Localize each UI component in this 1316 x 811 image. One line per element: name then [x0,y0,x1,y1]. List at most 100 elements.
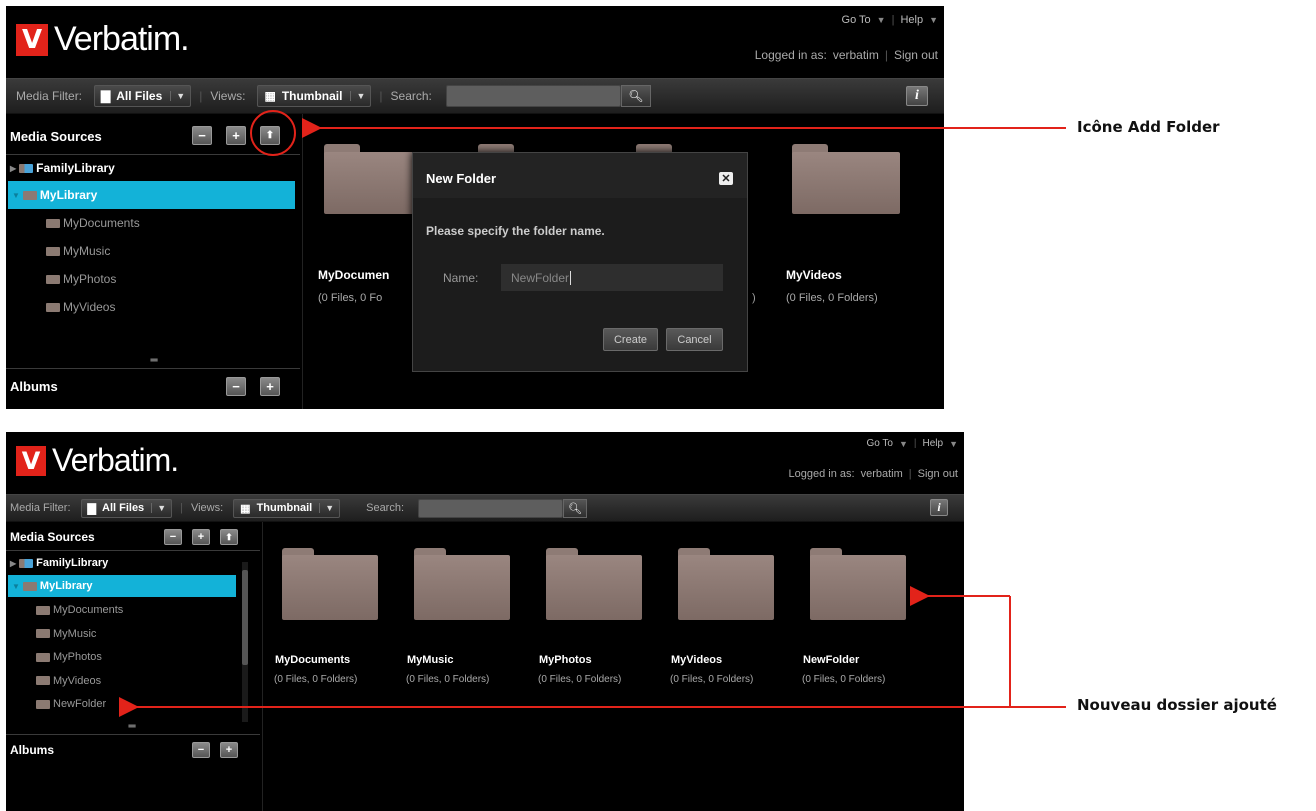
search-input[interactable] [445,85,621,107]
remove-source-button[interactable]: − [192,126,212,145]
views-select[interactable]: ▦ Thumbnail ▼ [257,85,372,107]
remove-album-button[interactable]: − [192,742,210,758]
folder-name[interactable]: MyVideos [786,268,842,282]
media-filter-select[interactable]: ▇ All Files ▼ [94,85,192,107]
scrollbar-thumb[interactable] [242,570,248,665]
close-icon[interactable]: ✕ [719,172,733,185]
views-select[interactable]: ▦ Thumbnail ▼ [233,498,341,518]
divider [6,368,300,369]
scrollbar-track[interactable] [242,562,248,722]
tree-item-child[interactable]: MyDocuments [46,213,140,233]
folder-thumbnail[interactable] [546,548,642,620]
add-source-button[interactable]: + [192,529,210,545]
folder-name-value: NewFolder [511,270,570,285]
help-menu[interactable]: Help [923,438,944,449]
sign-out-link[interactable]: Sign out [894,48,938,62]
app-header: V Verbatim. Go To ▼ | Help ▼ Logged in a… [6,6,944,78]
logged-in-label: Logged in as: [754,48,827,62]
divider: | [180,502,183,514]
media-filter-value: All Files [116,89,163,103]
folder-thumbnail[interactable] [678,548,774,620]
tree-item-mylibrary[interactable]: ▼ MyLibrary [8,181,295,209]
screenshot-before: V Verbatim. Go To ▼ | Help ▼ Logged in a… [6,6,944,409]
folder-name[interactable]: MyVideos [671,654,722,666]
sign-out-link[interactable]: Sign out [918,468,958,480]
info-button[interactable]: i [930,499,948,516]
folder-icon [36,605,50,615]
filter-toolbar: Media Filter: ▇ All Files ▼ | Views: ▦ T… [6,494,964,522]
folder-thumbnail[interactable] [282,548,378,620]
folder-meta: (0 Files, 0 Folders) [274,674,358,685]
cancel-button[interactable]: Cancel [666,328,723,351]
media-filter-select[interactable]: ▇ All Files ▼ [80,498,173,518]
chevron-down-icon: ▼ [898,438,908,449]
logo-mark: V [16,23,48,56]
tree-item-child[interactable]: NewFolder [36,695,106,713]
screenshot-after: V Verbatim. Go To ▼ | Help ▼ Logged in a… [6,432,964,811]
expand-arrow-icon: ▶ [10,558,17,568]
tree-item-child[interactable]: MyDocuments [36,601,123,619]
folder-name[interactable]: MyDocumen [318,268,389,282]
tree-item-child[interactable]: MyPhotos [46,269,116,289]
logo-text: Verbatim. [52,442,179,478]
dialog-body: Please specify the folder name. Name: Ne… [413,198,747,371]
sidebar: Media Sources − + ⬆ ▶ FamilyLibrary ▼ My… [6,114,300,409]
resize-grip[interactable]: ═ [124,722,140,732]
folder-name[interactable]: NewFolder [803,654,859,666]
folder-thumbnail[interactable] [414,548,510,620]
resize-grip[interactable]: ═ [146,356,162,366]
folder-name[interactable]: MyDocuments [275,654,350,666]
media-filter-label: Media Filter: [16,89,83,103]
divider: | [908,468,912,480]
tree-label: MyDocuments [63,216,140,230]
tree-label: NewFolder [53,698,107,710]
folder-thumbnail[interactable] [810,548,906,620]
search-icon[interactable]: 🔍︎ [620,85,651,107]
tree-item-child[interactable]: MyVideos [46,297,115,317]
add-source-button[interactable]: + [226,126,246,145]
add-album-button[interactable]: + [220,742,238,758]
goto-menu[interactable]: Go To [842,14,871,26]
tree-item-familylibrary[interactable]: ▶ FamilyLibrary [10,554,108,572]
dialog-message: Please specify the folder name. [426,224,605,238]
goto-menu[interactable]: Go To [866,438,893,449]
folder-meta: (0 Files, 0 Fo [318,292,383,304]
divider [6,734,260,735]
search-input[interactable] [418,498,564,518]
search-icon[interactable]: 🔍︎ [563,498,588,518]
remove-album-button[interactable]: − [226,377,246,396]
add-album-button[interactable]: + [260,377,280,396]
divider [6,154,300,155]
folder-thumbnail[interactable] [792,144,900,214]
add-folder-button[interactable]: ⬆ [260,126,280,145]
folder-icon [46,274,60,284]
folder-name[interactable]: MyPhotos [539,654,592,666]
tree-item-child[interactable]: MyMusic [36,625,96,643]
tree-item-child[interactable]: MyPhotos [36,648,102,666]
divider: | [379,89,383,103]
tree-label: MyLibrary [39,580,93,592]
tree-item-child[interactable]: MyMusic [46,241,110,261]
info-button[interactable]: i [906,86,928,106]
collapse-arrow-icon: ▼ [12,190,20,200]
views-value: Thumbnail [281,89,343,103]
create-button[interactable]: Create [603,328,658,351]
folder-meta: (0 Files, 0 Folders) [802,674,886,685]
add-folder-button[interactable]: ⬆ [220,529,238,545]
views-label: Views: [190,502,224,514]
folder-meta: (0 Files, 0 Folders) [538,674,622,685]
folder-icon [46,246,60,256]
filter-toolbar: Media Filter: ▇ All Files ▼ | Views: ▦ T… [6,78,944,114]
new-folder-dialog: New Folder ✕ Please specify the folder n… [412,152,748,372]
tree-item-mylibrary[interactable]: ▼ MyLibrary [8,575,236,597]
tree-item-child[interactable]: MyVideos [36,672,101,690]
views-label: Views: [210,89,246,103]
dialog-title: New Folder [426,171,497,186]
remove-source-button[interactable]: − [164,529,182,545]
logo-mark: V [16,445,46,476]
folder-name-input[interactable]: NewFolder [501,264,723,291]
tree-item-familylibrary[interactable]: ▶ FamilyLibrary [10,158,115,178]
top-links: Go To ▼ | Help ▼ [842,14,938,26]
folder-name[interactable]: MyMusic [407,654,453,666]
help-menu[interactable]: Help [900,14,923,26]
